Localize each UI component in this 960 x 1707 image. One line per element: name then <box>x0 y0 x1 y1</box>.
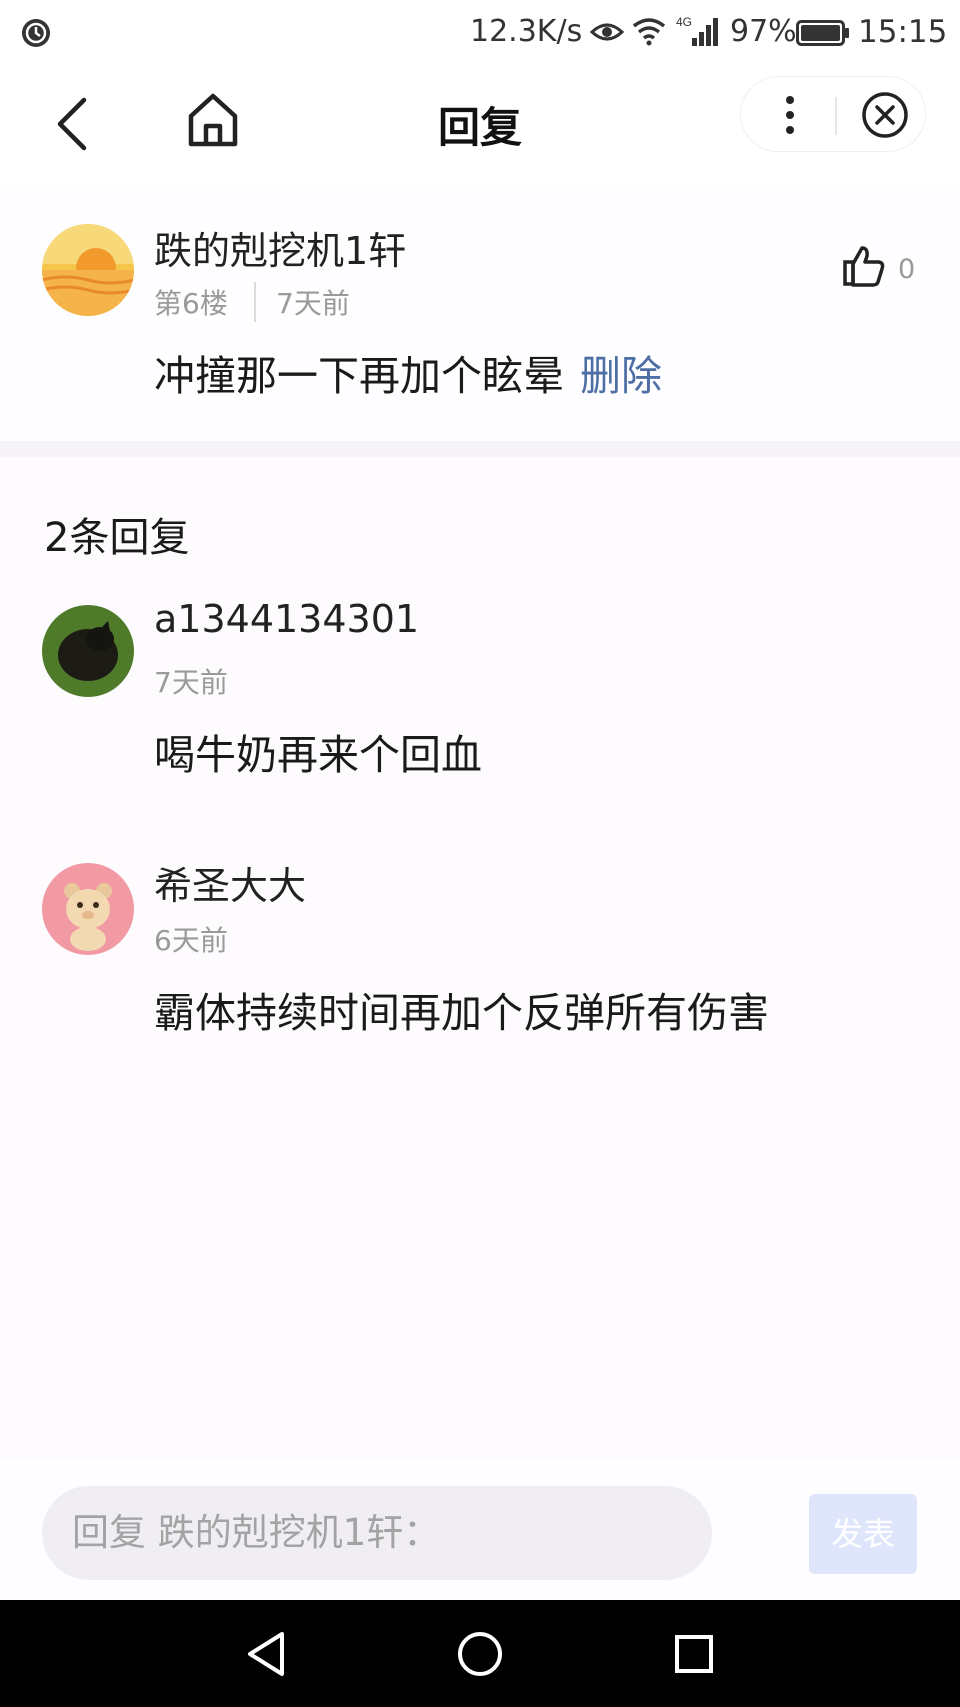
like-count: 0 <box>898 254 916 285</box>
status-bar: 12.3K/s 4G 97% 15:15 <box>0 0 960 64</box>
battery-percent: 97% <box>730 14 797 49</box>
reply-item: 希圣大大 6天前 霸体持续时间再加个反弹所有伤害 <box>0 863 960 1103</box>
nav-bar: 回复 <box>0 64 960 186</box>
dark-animal-avatar-image <box>42 605 134 697</box>
reply-content: 喝牛奶再来个回血 <box>154 731 482 779</box>
reply-content: 霸体持续时间再加个反弹所有伤害 <box>154 989 769 1037</box>
section-separator <box>0 441 960 457</box>
replies-section: 2条回复 a1344134301 7天前 喝牛奶再来个回血 希圣大大 6天前 霸… <box>0 457 960 1077</box>
more-options-icon[interactable] <box>785 95 795 135</box>
sunset-avatar-image <box>42 224 134 316</box>
network-speed: 12.3K/s <box>470 14 583 49</box>
floor-number: 第6楼 <box>154 287 228 320</box>
delete-link[interactable]: 删除 <box>580 352 662 400</box>
send-button[interactable]: 发表 <box>809 1494 917 1574</box>
reply-username[interactable]: 希圣大大 <box>154 855 306 910</box>
battery-icon <box>796 20 849 46</box>
avatar[interactable] <box>42 863 134 955</box>
post-content: 冲撞那一下再加个眩晕 删除 <box>154 342 662 402</box>
reply-count: 2条回复 <box>44 515 190 561</box>
avatar[interactable] <box>42 605 134 697</box>
post-username[interactable]: 跌的剋挖机1轩 <box>154 220 406 275</box>
system-nav-bar <box>0 1600 960 1707</box>
mini-program-capsule <box>740 76 926 152</box>
system-recents-icon[interactable] <box>674 1634 714 1674</box>
thumbs-up-icon[interactable] <box>842 244 886 288</box>
reply-time: 7天前 <box>154 666 228 699</box>
screen-recorder-icon <box>22 19 50 47</box>
system-back-icon[interactable] <box>244 1630 288 1678</box>
reply-item: a1344134301 7天前 喝牛奶再来个回血 <box>0 597 960 845</box>
reply-username[interactable]: a1344134301 <box>154 597 419 641</box>
post-text: 冲撞那一下再加个眩晕 <box>154 352 564 400</box>
cellular-signal-icon: 4G <box>676 15 718 46</box>
reply-bar: 回复 跌的剋挖机1轩： 发表 <box>0 1460 960 1600</box>
reply-input[interactable]: 回复 跌的剋挖机1轩： <box>42 1486 712 1580</box>
wifi-icon <box>632 18 666 46</box>
capsule-divider <box>835 97 837 135</box>
network-badge: 4G <box>676 15 692 29</box>
eye-comfort-icon <box>590 23 624 41</box>
avatar[interactable] <box>42 224 134 316</box>
reply-time: 6天前 <box>154 924 228 957</box>
post-time: 7天前 <box>276 287 350 320</box>
system-home-icon[interactable] <box>456 1630 504 1678</box>
bear-avatar-image <box>42 863 134 955</box>
clock: 15:15 <box>858 14 948 50</box>
meta-divider <box>254 282 256 322</box>
main-post: 跌的剋挖机1轩 第6楼 7天前 冲撞那一下再加个眩晕 删除 0 <box>0 186 960 441</box>
close-icon[interactable] <box>861 91 909 139</box>
